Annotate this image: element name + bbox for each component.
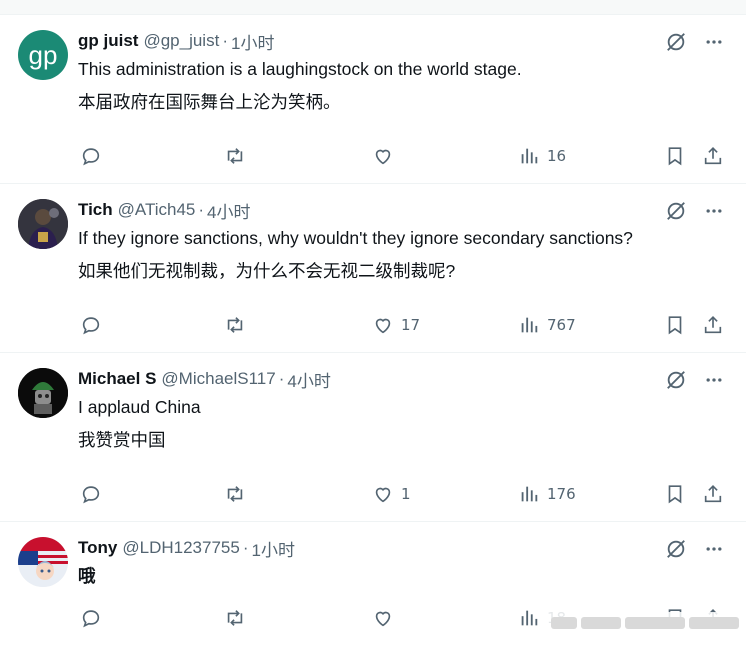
grok-icon[interactable]	[664, 199, 688, 223]
reply-icon	[80, 314, 102, 336]
like-button[interactable]: 17	[372, 313, 420, 337]
avatar[interactable]: gp	[18, 30, 68, 80]
tweet-text: If they ignore sanctions, why wouldn't t…	[78, 228, 633, 248]
like-count: 17	[401, 316, 421, 334]
reply-button[interactable]	[80, 313, 102, 337]
retweet-icon	[223, 314, 247, 336]
tweet-text: This administration is a laughingstock o…	[78, 59, 522, 79]
views-icon	[518, 483, 540, 505]
share-icon	[702, 483, 724, 505]
tweet-text: 哦	[78, 566, 96, 586]
tweet-header: Tich @ATich45 · 4小时	[78, 198, 726, 223]
separator: ·	[278, 369, 285, 388]
view-count: 16	[547, 147, 567, 165]
tweet-actions: 16	[78, 144, 728, 168]
avatar[interactable]	[18, 199, 68, 249]
more-icon[interactable]	[702, 30, 726, 54]
author-name[interactable]: gp juist	[78, 31, 138, 51]
bookmark-button[interactable]	[664, 144, 686, 168]
view-count: 767	[547, 316, 576, 334]
views-icon	[518, 145, 540, 167]
views-icon	[518, 314, 540, 336]
like-icon	[372, 483, 394, 505]
reply-icon	[80, 483, 102, 505]
bookmark-icon	[664, 314, 686, 336]
like-icon	[372, 145, 394, 167]
tweet-header: Tony @LDH1237755 · 1小时	[78, 536, 726, 561]
retweet-button[interactable]	[223, 144, 247, 168]
like-button[interactable]	[372, 144, 401, 168]
author-handle[interactable]: @gp_juist	[143, 31, 219, 51]
grok-icon[interactable]	[664, 368, 688, 392]
avatar[interactable]	[18, 537, 68, 587]
reply-button[interactable]	[80, 144, 102, 168]
separator: ·	[242, 538, 249, 557]
timestamp[interactable]: 4小时	[207, 198, 250, 223]
more-icon[interactable]	[702, 537, 726, 561]
tweet-2[interactable]: Tich @ATich45 · 4小时 If they ignore sanct…	[0, 184, 746, 353]
more-icon[interactable]	[702, 199, 726, 223]
tweet-1[interactable]: gp gp juist @gp_juist · 1小时 This adminis…	[0, 15, 746, 184]
separator: ·	[222, 31, 228, 50]
like-icon	[372, 314, 394, 336]
tweet-translation: 本届政府在国际舞台上沦为笑柄。	[78, 92, 341, 112]
bookmark-icon	[664, 145, 686, 167]
retweet-button[interactable]	[223, 313, 247, 337]
avatar[interactable]	[18, 368, 68, 418]
retweet-icon	[223, 145, 247, 167]
separator: ·	[198, 200, 205, 219]
reply-icon	[80, 607, 102, 629]
share-button[interactable]	[702, 144, 724, 168]
share-icon	[702, 314, 724, 336]
tweet-translation: 我赞赏中国	[78, 430, 166, 450]
like-button[interactable]	[372, 606, 394, 630]
reply-button[interactable]	[80, 606, 102, 630]
retweet-button[interactable]	[223, 482, 247, 506]
share-button[interactable]	[702, 482, 724, 506]
tweet-header: gp juist @gp_juist · 1小时	[78, 29, 726, 54]
like-count: 1	[401, 485, 411, 503]
view-count: 176	[547, 485, 576, 503]
reply-button[interactable]	[80, 482, 102, 506]
author-name[interactable]: Tich	[78, 200, 113, 220]
reply-icon	[80, 145, 102, 167]
like-button[interactable]: 1	[372, 482, 411, 506]
bookmark-icon	[664, 483, 686, 505]
tweet-3[interactable]: Michael S @MichaelS117 · 4小时 I applaud C…	[0, 353, 746, 522]
timestamp[interactable]: 1小时	[231, 29, 274, 54]
views-button[interactable]: 176	[518, 482, 576, 506]
views-button[interactable]: 767	[518, 313, 576, 337]
author-name[interactable]: Michael S	[78, 369, 156, 389]
bookmark-button[interactable]	[664, 482, 686, 506]
tweet-text: I applaud China	[78, 397, 201, 417]
timestamp[interactable]: 4小时	[287, 367, 330, 392]
watermark	[545, 612, 746, 634]
views-icon	[518, 607, 540, 629]
bookmark-button[interactable]	[664, 313, 686, 337]
views-button[interactable]: 16	[518, 144, 566, 168]
like-icon	[372, 607, 394, 629]
share-button[interactable]	[702, 313, 724, 337]
retweet-icon	[223, 607, 247, 629]
author-handle[interactable]: @MichaelS117	[161, 369, 275, 389]
tweet-actions: 1 176	[78, 482, 728, 506]
retweet-button[interactable]	[223, 606, 247, 630]
tweet-actions: 17 767	[78, 313, 728, 337]
grok-icon[interactable]	[664, 537, 688, 561]
tweet-translation: 如果他们无视制裁，为什么不会无视二级制裁呢?	[78, 261, 456, 281]
top-strip	[0, 0, 746, 15]
author-name[interactable]: Tony	[78, 538, 117, 558]
share-icon	[702, 145, 724, 167]
retweet-icon	[223, 483, 247, 505]
avatar-initials: gp	[28, 39, 58, 70]
author-handle[interactable]: @LDH1237755	[122, 538, 239, 558]
author-handle[interactable]: @ATich45	[118, 200, 196, 220]
more-icon[interactable]	[702, 368, 726, 392]
grok-icon[interactable]	[664, 30, 688, 54]
tweet-header: Michael S @MichaelS117 · 4小时	[78, 367, 726, 392]
timestamp[interactable]: 1小时	[251, 536, 294, 561]
